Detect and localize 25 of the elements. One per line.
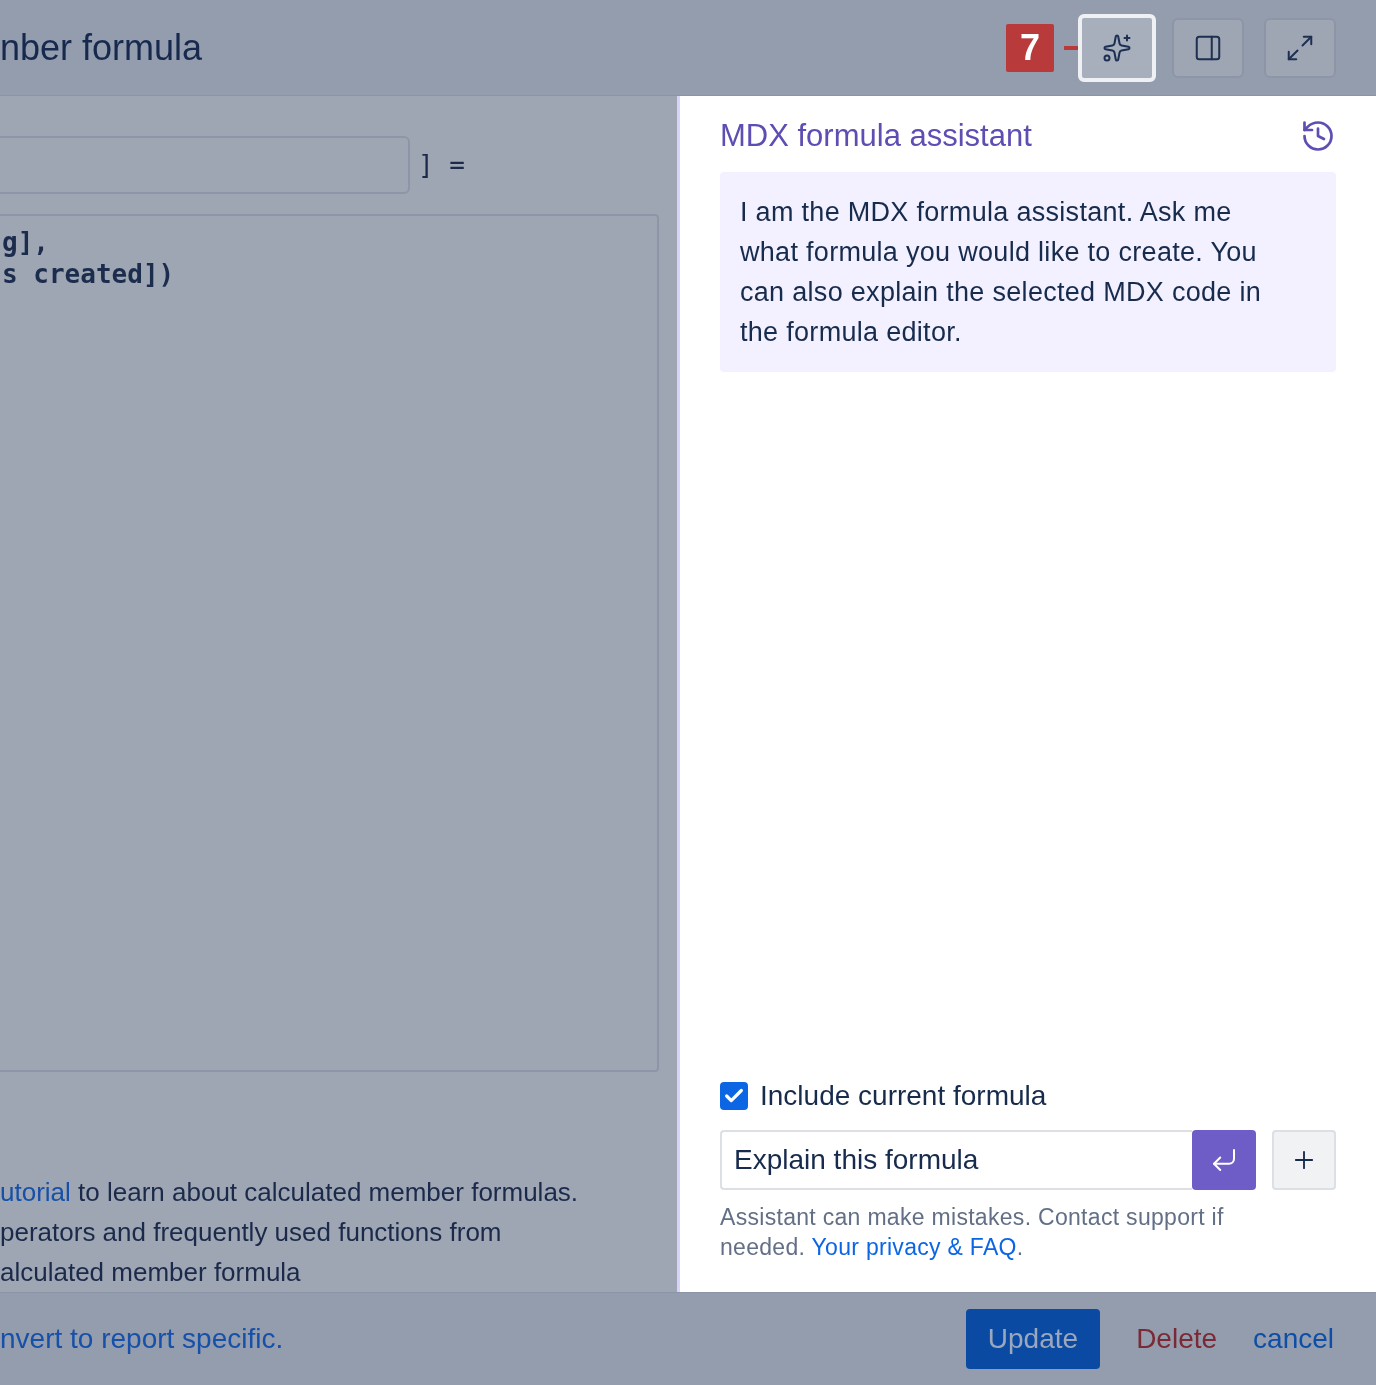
assistant-message: I am the MDX formula assistant. Ask me what formula you would like to create. You can also explain the selected MDX code in the formula editor. [720,172,1336,372]
dialog-title: nber formula [0,26,203,69]
prompt-field[interactable]: Explain this formula [720,1130,1192,1190]
checkbox[interactable] [720,1082,748,1110]
convert-link[interactable]: nvert to report specific. [0,1323,284,1355]
send-button[interactable] [1192,1130,1256,1190]
cancel-button[interactable]: cancel [1253,1309,1334,1369]
code-editor[interactable]: g], s created]) [0,214,659,1072]
history-icon[interactable] [1300,118,1336,154]
sparkle-icon [1102,32,1132,63]
code-line: g], [2,226,50,258]
expand-button[interactable] [1264,17,1336,78]
disclaimer-text: Assistant can make mistakes. Contact support if needed. Your privacy & FAQ. [720,1203,1225,1262]
sparkle-button[interactable] [1078,13,1156,82]
checkbox-label: Include current formula [760,1080,1047,1112]
code-line: s created]) [2,258,176,290]
bracket-text: ] = [418,150,465,180]
privacy-link[interactable]: Your privacy & FAQ [811,1234,1017,1260]
assistant-title: MDX formula assistant [720,118,1032,154]
callout-badge: 7 [1006,23,1054,72]
help-text: utorial to learn about calculated member formulas. perators and frequently used functions from alculated member formula [0,1176,580,1289]
delete-button[interactable]: Delete [1136,1309,1218,1369]
update-button[interactable]: Update [965,1309,1101,1369]
tutorial-link[interactable]: utorial [0,1177,71,1207]
side-panel-button[interactable] [1172,17,1244,78]
